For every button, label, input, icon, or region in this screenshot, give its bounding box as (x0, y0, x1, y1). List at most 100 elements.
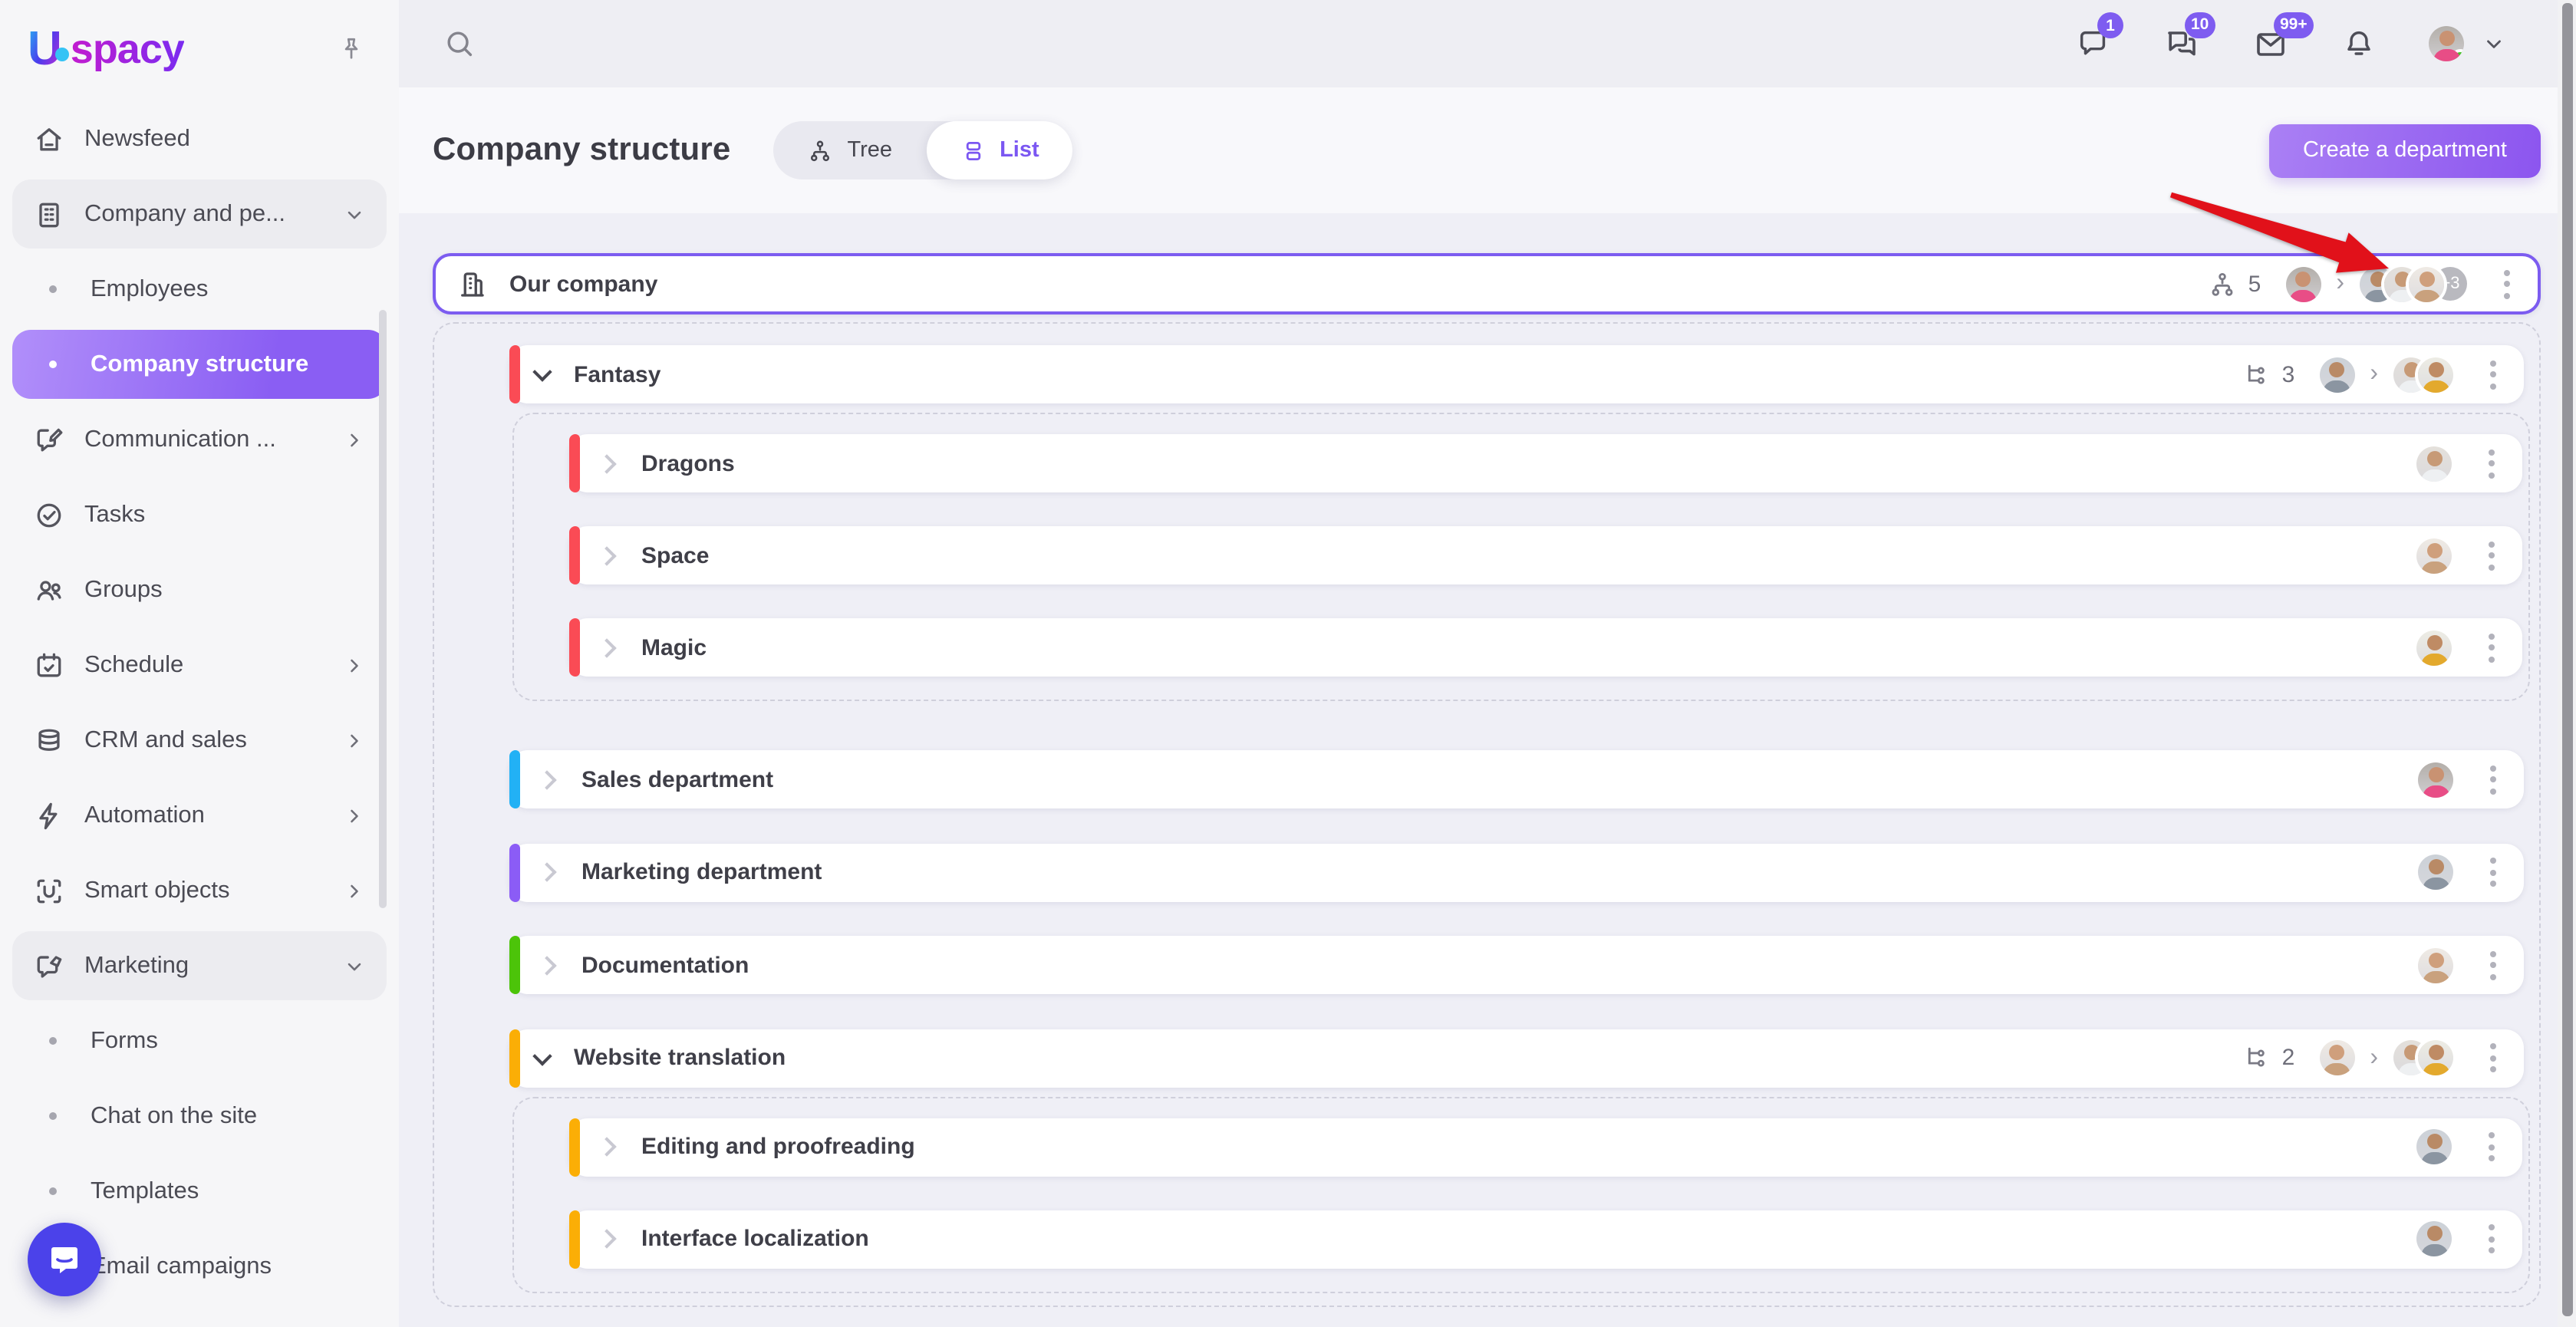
row-more-menu[interactable] (2482, 1126, 2501, 1167)
expand-icon[interactable] (597, 453, 617, 473)
mail-icon[interactable]: 99+ (2252, 12, 2314, 62)
page-scrollbar[interactable] (2558, 0, 2576, 1327)
department-color-bar (569, 618, 580, 677)
bell-icon[interactable] (2341, 26, 2377, 61)
department-row-website-translation[interactable]: Website translation 2 › (509, 1029, 2524, 1087)
department-row-dragons[interactable]: Dragons (569, 434, 2522, 492)
sidebar-item-templates[interactable]: Templates (12, 1157, 387, 1226)
comments-badge: 1 (2097, 12, 2123, 38)
expand-icon[interactable] (537, 955, 557, 975)
page-title: Company structure (433, 132, 731, 167)
expand-icon[interactable] (597, 1229, 617, 1249)
sidebar-item-groups[interactable]: Groups (12, 555, 387, 624)
scrollbar-thumb[interactable] (2562, 3, 2572, 1316)
topbar-actions: 1 10 99+ (2076, 12, 2505, 62)
building-icon (456, 268, 488, 300)
department-row-documentation[interactable]: Documentation (509, 936, 2524, 994)
chevron-right-icon (344, 880, 365, 901)
sidebar-item-label: Automation (84, 802, 205, 828)
member-avatars[interactable] (2393, 357, 2453, 392)
expand-icon[interactable] (597, 637, 617, 657)
row-more-menu[interactable] (2484, 851, 2502, 893)
pin-sidebar-icon[interactable] (338, 35, 365, 63)
expand-icon[interactable] (597, 545, 617, 565)
department-row-sales[interactable]: Sales department (509, 750, 2524, 808)
row-more-menu[interactable] (2484, 1037, 2502, 1078)
collapse-icon[interactable] (532, 362, 552, 382)
avatar[interactable] (2416, 630, 2452, 665)
tab-list[interactable]: List (926, 121, 1073, 179)
sidebar-scrollbar[interactable] (379, 310, 387, 908)
row-more-menu[interactable] (2482, 627, 2501, 668)
chats-icon[interactable]: 10 (2163, 12, 2215, 62)
support-chat-launcher[interactable] (28, 1223, 101, 1296)
sidebar-item-label: Chat on the site (91, 1102, 258, 1128)
avatar[interactable] (2416, 1129, 2452, 1164)
logo-dot-icon (54, 47, 69, 61)
avatar[interactable] (2319, 357, 2355, 392)
department-row-marketing[interactable]: Marketing department (509, 843, 2524, 901)
tab-tree[interactable]: Tree (774, 121, 927, 179)
chat-bubble-icon (46, 1241, 83, 1278)
sidebar-item-label: Tasks (84, 501, 146, 527)
sidebar-item-smart-objects[interactable]: Smart objects (12, 856, 387, 925)
row-more-menu[interactable] (2484, 759, 2502, 800)
avatar[interactable] (2418, 947, 2453, 983)
sidebar-item-schedule[interactable]: Schedule (12, 631, 387, 700)
department-color-bar (509, 936, 520, 994)
department-row-magic[interactable]: Magic (569, 618, 2522, 677)
sidebar-item-company-structure[interactable]: Company structure (12, 330, 387, 399)
department-row-editing-and-proofreading[interactable]: Editing and proofreading (569, 1118, 2522, 1176)
avatar (2418, 357, 2453, 392)
tab-label: List (1000, 138, 1039, 163)
avatar[interactable] (2418, 854, 2453, 890)
chevron-right-icon (344, 429, 365, 450)
sidebar-item-tasks[interactable]: Tasks (12, 480, 387, 549)
row-more-menu[interactable] (2482, 443, 2501, 484)
department-row-fantasy[interactable]: Fantasy 3 › (509, 345, 2524, 403)
search-icon[interactable] (442, 26, 477, 61)
row-more-menu[interactable] (2482, 1218, 2501, 1259)
user-menu[interactable] (2429, 26, 2505, 61)
sidebar-item-label: CRM and sales (84, 726, 247, 752)
sidebar-item-crm-and-sales[interactable]: CRM and sales (12, 706, 387, 775)
uspacy-logo[interactable]: U spacy (28, 21, 185, 77)
subdepartment-count-value: 3 (2281, 361, 2295, 387)
avatar[interactable] (2418, 762, 2453, 797)
branch-icon (2242, 360, 2271, 389)
department-row-space[interactable]: Space (569, 526, 2522, 584)
sidebar-item-label: Company structure (91, 351, 309, 377)
avatar[interactable] (2319, 1040, 2355, 1075)
member-avatars[interactable]: +3 (2360, 266, 2467, 301)
row-more-menu[interactable] (2498, 263, 2516, 305)
create-department-button[interactable]: Create a department (2269, 123, 2541, 177)
sidebar-item-marketing[interactable]: Marketing (12, 931, 387, 1000)
avatar (2418, 1040, 2453, 1075)
avatar[interactable] (2416, 1221, 2452, 1256)
row-more-menu[interactable] (2484, 354, 2502, 395)
sidebar-item-chat-on-the-site[interactable]: Chat on the site (12, 1082, 387, 1151)
department-row-our-company[interactable]: Our company 5 › +3 (433, 253, 2541, 314)
sidebar-item-forms[interactable]: Forms (12, 1006, 387, 1075)
expand-icon[interactable] (537, 769, 557, 789)
chevron-right-icon: › (2336, 270, 2344, 296)
expand-icon[interactable] (597, 1137, 617, 1157)
sidebar-item-automation[interactable]: Automation (12, 781, 387, 850)
sidebar-item-employees[interactable]: Employees (12, 255, 387, 324)
collapse-icon[interactable] (532, 1045, 552, 1065)
comments-icon[interactable]: 1 (2076, 12, 2123, 61)
row-more-menu[interactable] (2482, 535, 2501, 576)
sidebar-item-newsfeed[interactable]: Newsfeed (12, 104, 387, 173)
row-more-menu[interactable] (2484, 944, 2502, 986)
topbar: 1 10 99+ (399, 0, 2576, 87)
expand-icon[interactable] (537, 862, 557, 882)
sidebar-item-company-and-people[interactable]: Company and pe... (12, 179, 387, 249)
sidebar-item-communication[interactable]: Communication ... (12, 405, 387, 474)
member-avatars[interactable] (2393, 1040, 2453, 1075)
avatar[interactable] (2285, 266, 2321, 301)
avatar[interactable] (2416, 446, 2452, 481)
sidebar-item-label: Marketing (84, 952, 189, 978)
page-header: Company structure Tree List Create a dep… (399, 87, 2576, 213)
avatar[interactable] (2416, 538, 2452, 573)
department-row-interface-localization[interactable]: Interface localization (569, 1210, 2522, 1268)
